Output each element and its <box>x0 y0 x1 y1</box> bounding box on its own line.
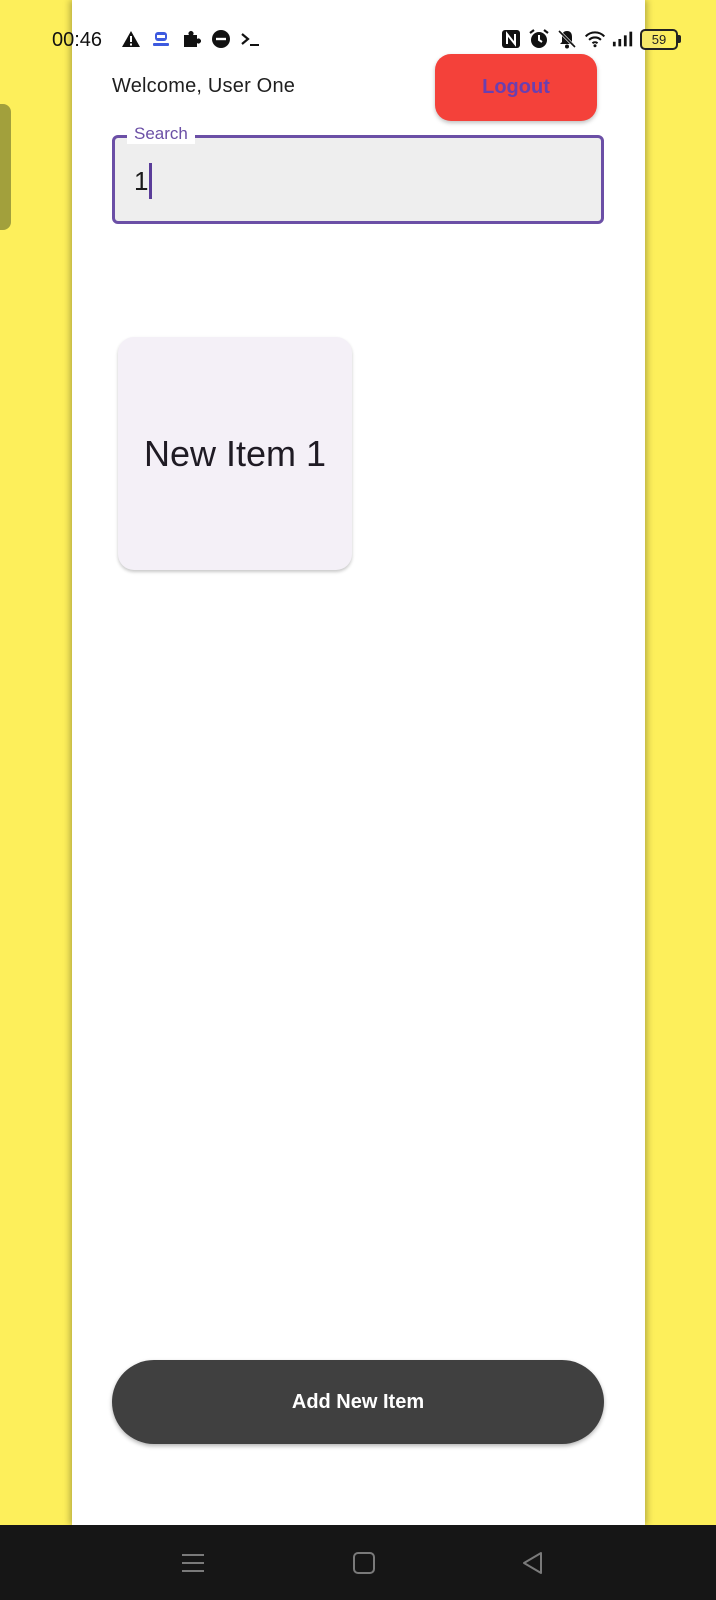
welcome-message: Welcome, User One <box>112 75 296 97</box>
signal-icon <box>612 28 634 50</box>
search-input[interactable]: Search 1 <box>112 124 604 224</box>
vpn-robot-icon <box>150 28 172 50</box>
status-icons-left <box>120 28 262 50</box>
status-icons-right: 59 <box>500 28 681 50</box>
item-card[interactable]: New Item 1 <box>118 337 352 570</box>
terminal-icon <box>240 28 262 50</box>
navigation-bar <box>0 1525 716 1600</box>
bell-off-icon <box>556 28 578 50</box>
edge-panel-handle[interactable] <box>0 104 11 230</box>
back-icon[interactable] <box>515 1545 551 1581</box>
battery-level: 59 <box>640 28 678 50</box>
logout-button[interactable]: Logout <box>435 54 597 121</box>
item-title: New Item 1 <box>143 432 327 474</box>
status-time: 00:46 <box>52 29 103 51</box>
app-window <box>72 0 645 1525</box>
search-value: 1 <box>134 166 149 196</box>
search-label: Search <box>127 124 195 144</box>
alarm-icon <box>528 28 550 50</box>
puzzle-icon <box>180 28 202 50</box>
home-icon[interactable] <box>346 1545 382 1581</box>
menu-icon[interactable] <box>175 1545 211 1581</box>
do-not-disturb-icon <box>210 28 232 50</box>
text-cursor <box>149 163 152 199</box>
add-new-item-button[interactable]: Add New Item <box>112 1360 604 1444</box>
warning-icon <box>120 28 142 50</box>
nfc-icon <box>500 28 522 50</box>
battery-icon: 59 <box>640 28 681 50</box>
wifi-icon <box>584 28 606 50</box>
